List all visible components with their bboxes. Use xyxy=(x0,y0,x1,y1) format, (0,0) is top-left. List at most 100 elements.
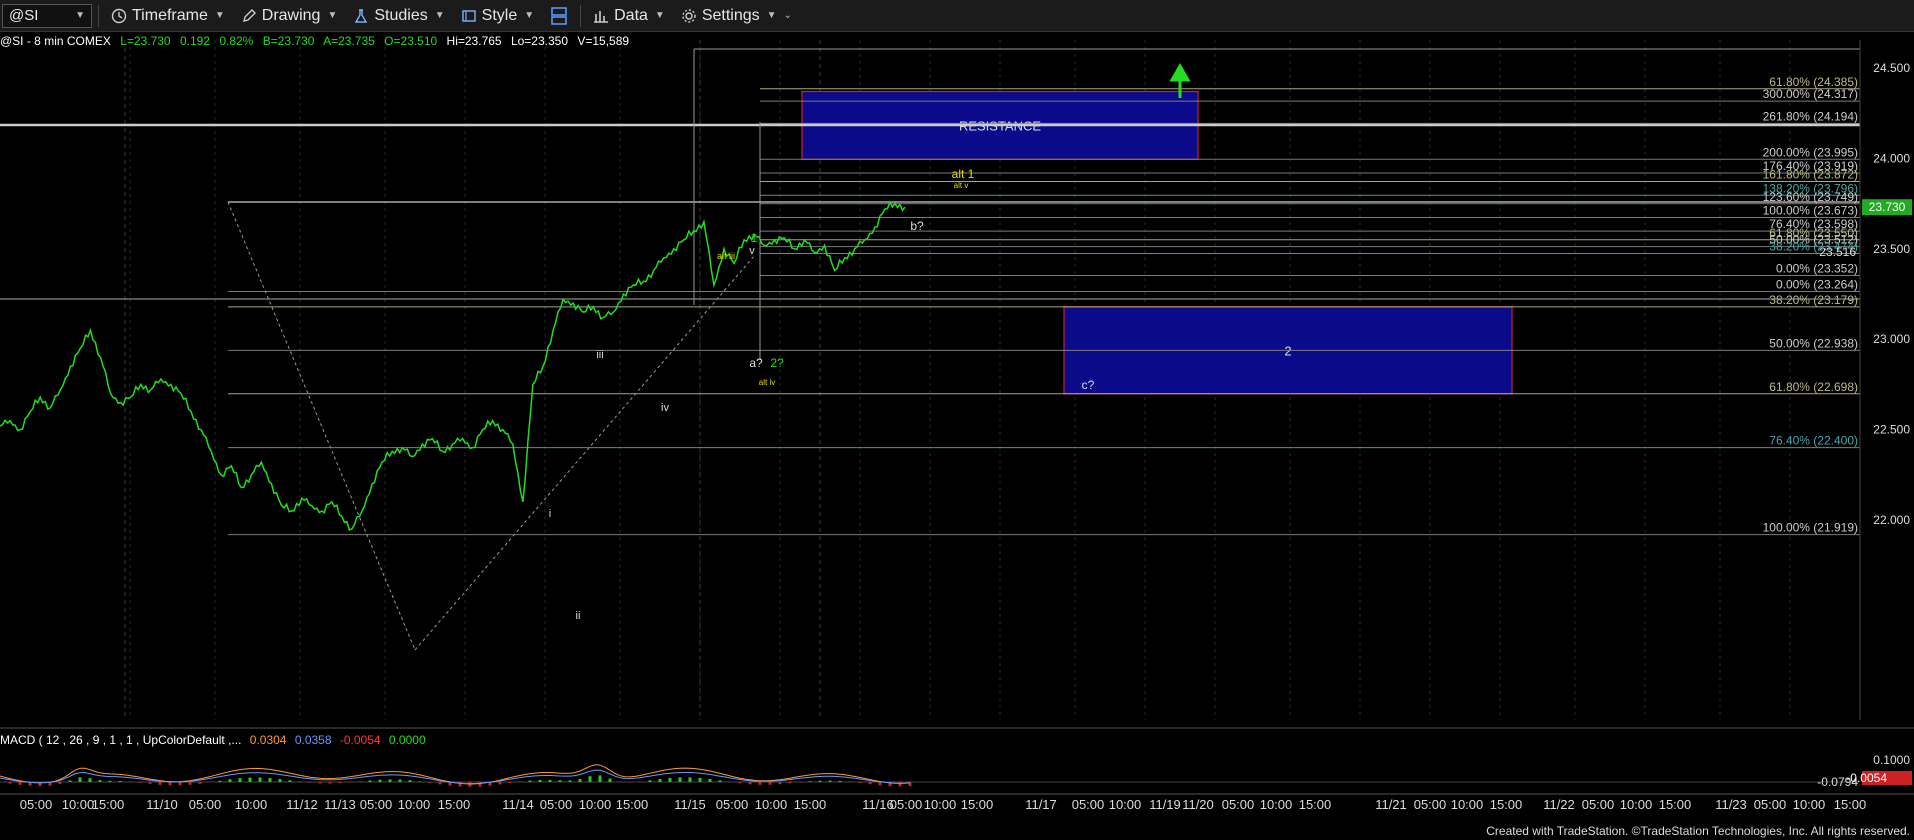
zones: RESISTANCE2 xyxy=(801,90,1513,395)
wave-label: alt 1 xyxy=(952,167,975,181)
x-tick-label: 05:00 xyxy=(1072,797,1105,812)
trend-line xyxy=(414,254,756,651)
price-line xyxy=(0,200,906,531)
bid: B=23.730 xyxy=(262,34,315,48)
studies-button[interactable]: Studies ▼ xyxy=(347,3,450,29)
symbol-selector[interactable]: @SI ▼ xyxy=(2,3,92,28)
fib-label: 50.00% (22.938) xyxy=(1769,336,1858,350)
x-tick-label: 15:00 xyxy=(1490,797,1523,812)
macd-last-value: -0.0054 xyxy=(1846,771,1887,785)
x-tick-label: 15:00 xyxy=(1299,797,1332,812)
x-tick-label: 11/20 xyxy=(1182,797,1214,812)
symbol-line: @SI - 8 min COMEX xyxy=(0,34,111,48)
settings-button[interactable]: Settings ▼ ⌄ xyxy=(675,3,798,29)
low: Lo=23.350 xyxy=(510,34,568,48)
x-tick-label: 11/19 xyxy=(1149,797,1181,812)
drawing-label: Drawing xyxy=(261,6,321,24)
data-button[interactable]: Data ▼ xyxy=(587,3,671,29)
chevron-down-icon: ▼ xyxy=(327,10,338,21)
pencil-icon xyxy=(242,8,256,22)
style-button[interactable]: Style ▼ xyxy=(455,3,540,29)
style-label: Style xyxy=(481,6,518,24)
x-tick-label: 10:00 xyxy=(62,797,95,812)
wave-label: a? xyxy=(749,356,763,370)
clock-icon xyxy=(111,8,127,23)
macd-zero: 0.0000 xyxy=(388,733,426,747)
x-axis: 05:00 10:0015:00 11/10 05:00 10:00 11/12 11/13… xyxy=(0,793,1914,812)
data-label: Data xyxy=(614,6,648,24)
chevron-down-icon: ▼ xyxy=(434,10,445,21)
symbol-text: @SI xyxy=(9,7,39,24)
x-tick-label: 15:00 xyxy=(92,797,125,812)
x-tick-label: 10:00 xyxy=(1620,797,1653,812)
style-icon xyxy=(461,9,476,22)
bar-chart-icon xyxy=(594,10,609,23)
pct-change: 0.82% xyxy=(219,34,254,48)
y-tick-label: 23.500 xyxy=(1873,242,1910,256)
wave-label: iv xyxy=(661,402,669,414)
macd-signal: 0.0358 xyxy=(294,733,332,747)
x-tick-label: 10:00 xyxy=(1793,797,1826,812)
wave-label: iii xyxy=(596,349,603,361)
fib-label: 61.80% (22.698) xyxy=(1769,380,1858,394)
gear-icon xyxy=(682,8,696,23)
x-tick-label: 11/10 xyxy=(146,797,178,812)
macd-params: MACD ( 12 , 26 , 9 , 1 , 1 , UpColorDefa… xyxy=(0,733,242,747)
high: Hi=23.765 xyxy=(446,34,502,48)
toolbar-divider xyxy=(580,4,582,27)
wave-labels: iiiiiiivv1alt iiialt 1alt va? 2?alt ivb?c… xyxy=(549,167,1095,622)
settings-label: Settings xyxy=(701,6,760,24)
toolbar-divider xyxy=(98,4,99,27)
x-tick-label: 05:00 xyxy=(1754,797,1787,812)
x-tick-label: 05:00 xyxy=(1222,797,1255,812)
chevron-down-icon: ▼ xyxy=(75,10,85,21)
fib-label: 100.00% (21.919) xyxy=(1763,521,1858,535)
fib-label: 76.40% (22.400) xyxy=(1769,434,1858,448)
fib-label: 300.00% (24.317) xyxy=(1763,87,1858,101)
flask-icon xyxy=(355,8,368,23)
wave-label: 2? xyxy=(770,356,784,370)
x-tick-label: 05:00 xyxy=(1414,797,1447,812)
layout-icon xyxy=(551,6,567,25)
macd-legend: MACD ( 12 , 26 , 9 , 1 , 1 , UpColorDefa… xyxy=(0,733,431,747)
y-tick-label: 23.000 xyxy=(1873,332,1910,346)
last-price: L=23.730 xyxy=(120,34,171,48)
wave-label: v xyxy=(749,245,755,257)
x-tick-label: 15:00 xyxy=(1659,797,1692,812)
toolbar: @SI ▼ Timeframe ▼ Drawing ▼ Studies ▼ St… xyxy=(0,0,1914,32)
drawing-button[interactable]: Drawing ▼ xyxy=(235,3,344,29)
timeframe-button[interactable]: Timeframe ▼ xyxy=(105,3,231,29)
x-tick-label: 11/22 xyxy=(1543,797,1575,812)
fib-label: 261.80% (24.194) xyxy=(1763,109,1858,123)
x-tick-label: 10:00 xyxy=(235,797,268,812)
fib-label: 0.00% (23.352) xyxy=(1776,262,1858,276)
x-tick-label: 05:00 xyxy=(540,797,573,812)
x-tick-label: 05:00 xyxy=(890,797,923,812)
y-tick-label: 22.500 xyxy=(1873,423,1910,437)
quote-bar: @SI - 8 min COMEX L=23.730 0.192 0.82% B… xyxy=(0,34,635,48)
wave-label: i xyxy=(549,508,551,520)
wave-label: 1 xyxy=(751,231,758,245)
x-tick-label: 11/12 xyxy=(286,797,318,812)
overflow-icon: ⌄ xyxy=(783,10,792,21)
x-tick-label: 11/17 xyxy=(1025,797,1057,812)
last-price-label: 23.730 xyxy=(1869,200,1906,214)
wave-label: b? xyxy=(910,219,924,233)
x-tick-label: 10:00 xyxy=(1451,797,1484,812)
wave-label: alt v xyxy=(954,181,969,190)
x-tick-label: 15:00 xyxy=(961,797,994,812)
wave-label: ii xyxy=(576,610,581,622)
price-series xyxy=(0,200,906,531)
x-tick-label: 10:00 xyxy=(755,797,788,812)
x-tick-label: 05:00 xyxy=(360,797,393,812)
copyright-footer: Created with TradeStation. ©TradeStation… xyxy=(1486,824,1910,838)
net-change: 0.192 xyxy=(179,34,210,48)
layout-button[interactable] xyxy=(544,3,574,29)
price-chart[interactable]: RESISTANCE2 61.80% (24.385)300.00% (24.3… xyxy=(0,31,1914,840)
x-tick-label: 10:00 xyxy=(398,797,431,812)
fib-label: 38.20% (23.179) xyxy=(1769,293,1858,307)
macd-axis-top: 0.1000 xyxy=(1873,753,1910,767)
x-tick-label: 05:00 xyxy=(716,797,749,812)
fib-label: 100.00% (23.673) xyxy=(1763,204,1858,218)
open: O=23.510 xyxy=(384,34,438,48)
